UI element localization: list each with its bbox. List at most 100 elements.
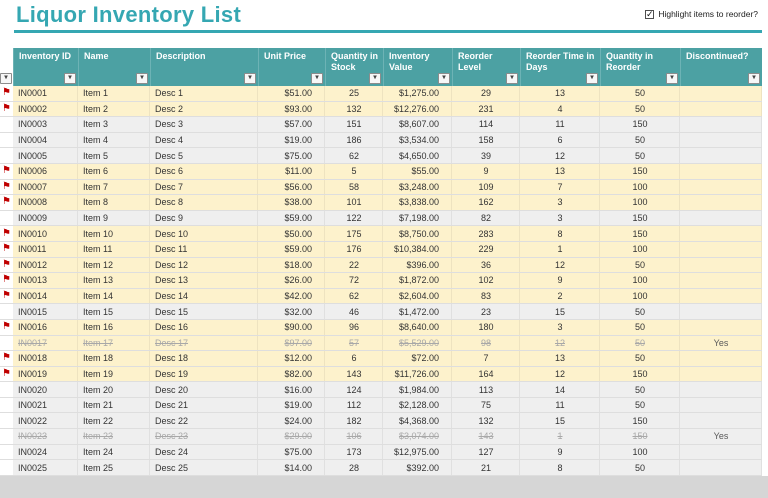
filter-button[interactable]: ▾ — [244, 73, 256, 84]
cell-name[interactable]: Item 14 — [78, 289, 150, 304]
cell-discontinued[interactable] — [680, 304, 762, 319]
cell-discontinued[interactable] — [680, 273, 762, 288]
cell-name[interactable]: Item 12 — [78, 258, 150, 273]
cell-reorder-level[interactable]: 75 — [452, 398, 520, 413]
table-row[interactable]: ⚑ IN0018 Item 18 Desc 18 $12.00 6 $72.00… — [0, 351, 762, 367]
cell-quantity-in-reorder[interactable]: 150 — [600, 429, 680, 444]
cell-inventory-id[interactable]: IN0019 — [13, 367, 78, 382]
cell-description[interactable]: Desc 8 — [150, 195, 258, 210]
table-row[interactable]: IN0003 Item 3 Desc 3 $57.00 151 $8,607.0… — [0, 117, 762, 133]
cell-quantity-in-stock[interactable]: 186 — [325, 133, 383, 148]
cell-quantity-in-stock[interactable]: 112 — [325, 398, 383, 413]
cell-quantity-in-reorder[interactable]: 50 — [600, 320, 680, 335]
cell-reorder-level[interactable]: 98 — [452, 336, 520, 351]
cell-reorder-time[interactable]: 13 — [520, 164, 600, 179]
cell-unit-price[interactable]: $18.00 — [258, 258, 325, 273]
cell-reorder-time[interactable]: 15 — [520, 304, 600, 319]
table-row[interactable]: ⚑ IN0008 Item 8 Desc 8 $38.00 101 $3,838… — [0, 195, 762, 211]
cell-unit-price[interactable]: $75.00 — [258, 148, 325, 163]
cell-reorder-level[interactable]: 29 — [452, 86, 520, 101]
cell-inventory-id[interactable]: IN0010 — [13, 226, 78, 241]
cell-inventory-value[interactable]: $2,604.00 — [383, 289, 452, 304]
cell-reorder-time[interactable]: 12 — [520, 367, 600, 382]
cell-description[interactable]: Desc 24 — [150, 445, 258, 460]
cell-reorder-time[interactable]: 2 — [520, 289, 600, 304]
filter-button[interactable]: ▾ — [748, 73, 760, 84]
table-row[interactable]: ⚑ IN0014 Item 14 Desc 14 $42.00 62 $2,60… — [0, 289, 762, 305]
cell-discontinued[interactable] — [680, 148, 762, 163]
cell-discontinued[interactable] — [680, 164, 762, 179]
cell-reorder-level[interactable]: 9 — [452, 164, 520, 179]
highlight-reorder-checkbox[interactable]: ✓ Highlight items to reorder? — [645, 9, 758, 19]
cell-unit-price[interactable]: $90.00 — [258, 320, 325, 335]
filter-button[interactable]: ▾ — [311, 73, 323, 84]
cell-description[interactable]: Desc 10 — [150, 226, 258, 241]
cell-unit-price[interactable]: $57.00 — [258, 117, 325, 132]
cell-quantity-in-reorder[interactable]: 100 — [600, 180, 680, 195]
cell-quantity-in-reorder[interactable]: 50 — [600, 86, 680, 101]
cell-description[interactable]: Desc 2 — [150, 102, 258, 117]
cell-name[interactable]: Item 10 — [78, 226, 150, 241]
cell-inventory-value[interactable]: $1,984.00 — [383, 382, 452, 397]
cell-unit-price[interactable]: $51.00 — [258, 86, 325, 101]
cell-reorder-level[interactable]: 231 — [452, 102, 520, 117]
cell-quantity-in-reorder[interactable]: 150 — [600, 226, 680, 241]
cell-description[interactable]: Desc 1 — [150, 86, 258, 101]
cell-quantity-in-stock[interactable]: 176 — [325, 242, 383, 257]
filter-button[interactable]: ▾ — [369, 73, 381, 84]
cell-quantity-in-stock[interactable]: 58 — [325, 180, 383, 195]
cell-name[interactable]: Item 16 — [78, 320, 150, 335]
cell-name[interactable]: Item 13 — [78, 273, 150, 288]
cell-inventory-value[interactable]: $55.00 — [383, 164, 452, 179]
cell-reorder-time[interactable]: 3 — [520, 320, 600, 335]
cell-description[interactable]: Desc 19 — [150, 367, 258, 382]
cell-inventory-value[interactable]: $12,276.00 — [383, 102, 452, 117]
cell-quantity-in-reorder[interactable]: 150 — [600, 413, 680, 428]
cell-name[interactable]: Item 25 — [78, 460, 150, 475]
cell-discontinued[interactable] — [680, 86, 762, 101]
cell-description[interactable]: Desc 18 — [150, 351, 258, 366]
table-row[interactable]: ⚑ IN0002 Item 2 Desc 2 $93.00 132 $12,27… — [0, 102, 762, 118]
cell-reorder-level[interactable]: 7 — [452, 351, 520, 366]
cell-unit-price[interactable]: $59.00 — [258, 242, 325, 257]
cell-quantity-in-reorder[interactable]: 150 — [600, 164, 680, 179]
cell-description[interactable]: Desc 20 — [150, 382, 258, 397]
cell-reorder-time[interactable]: 9 — [520, 273, 600, 288]
cell-quantity-in-stock[interactable]: 175 — [325, 226, 383, 241]
cell-name[interactable]: Item 8 — [78, 195, 150, 210]
cell-unit-price[interactable]: $50.00 — [258, 226, 325, 241]
cell-quantity-in-stock[interactable]: 96 — [325, 320, 383, 335]
cell-reorder-level[interactable]: 83 — [452, 289, 520, 304]
table-row[interactable]: IN0021 Item 21 Desc 21 $19.00 112 $2,128… — [0, 398, 762, 414]
table-row[interactable]: IN0020 Item 20 Desc 20 $16.00 124 $1,984… — [0, 382, 762, 398]
cell-quantity-in-reorder[interactable]: 150 — [600, 211, 680, 226]
filter-button[interactable]: ▾ — [586, 73, 598, 84]
cell-description[interactable]: Desc 15 — [150, 304, 258, 319]
cell-reorder-time[interactable]: 9 — [520, 445, 600, 460]
cell-unit-price[interactable]: $82.00 — [258, 367, 325, 382]
cell-quantity-in-reorder[interactable]: 50 — [600, 336, 680, 351]
cell-quantity-in-reorder[interactable]: 100 — [600, 445, 680, 460]
cell-name[interactable]: Item 4 — [78, 133, 150, 148]
cell-description[interactable]: Desc 11 — [150, 242, 258, 257]
cell-name[interactable]: Item 23 — [78, 429, 150, 444]
cell-reorder-time[interactable]: 15 — [520, 413, 600, 428]
cell-description[interactable]: Desc 25 — [150, 460, 258, 475]
cell-discontinued[interactable] — [680, 226, 762, 241]
cell-reorder-level[interactable]: 36 — [452, 258, 520, 273]
cell-description[interactable]: Desc 23 — [150, 429, 258, 444]
cell-reorder-level[interactable]: 158 — [452, 133, 520, 148]
cell-inventory-id[interactable]: IN0017 — [13, 336, 78, 351]
cell-name[interactable]: Item 15 — [78, 304, 150, 319]
cell-inventory-value[interactable]: $8,607.00 — [383, 117, 452, 132]
table-row[interactable]: ⚑ IN0019 Item 19 Desc 19 $82.00 143 $11,… — [0, 367, 762, 383]
cell-quantity-in-stock[interactable]: 173 — [325, 445, 383, 460]
cell-discontinued[interactable] — [680, 133, 762, 148]
cell-reorder-time[interactable]: 13 — [520, 86, 600, 101]
filter-button[interactable]: ▾ — [0, 73, 12, 84]
table-row[interactable]: ⚑ IN0011 Item 11 Desc 11 $59.00 176 $10,… — [0, 242, 762, 258]
cell-unit-price[interactable]: $14.00 — [258, 460, 325, 475]
cell-unit-price[interactable]: $19.00 — [258, 398, 325, 413]
cell-reorder-level[interactable]: 113 — [452, 382, 520, 397]
cell-quantity-in-stock[interactable]: 143 — [325, 367, 383, 382]
